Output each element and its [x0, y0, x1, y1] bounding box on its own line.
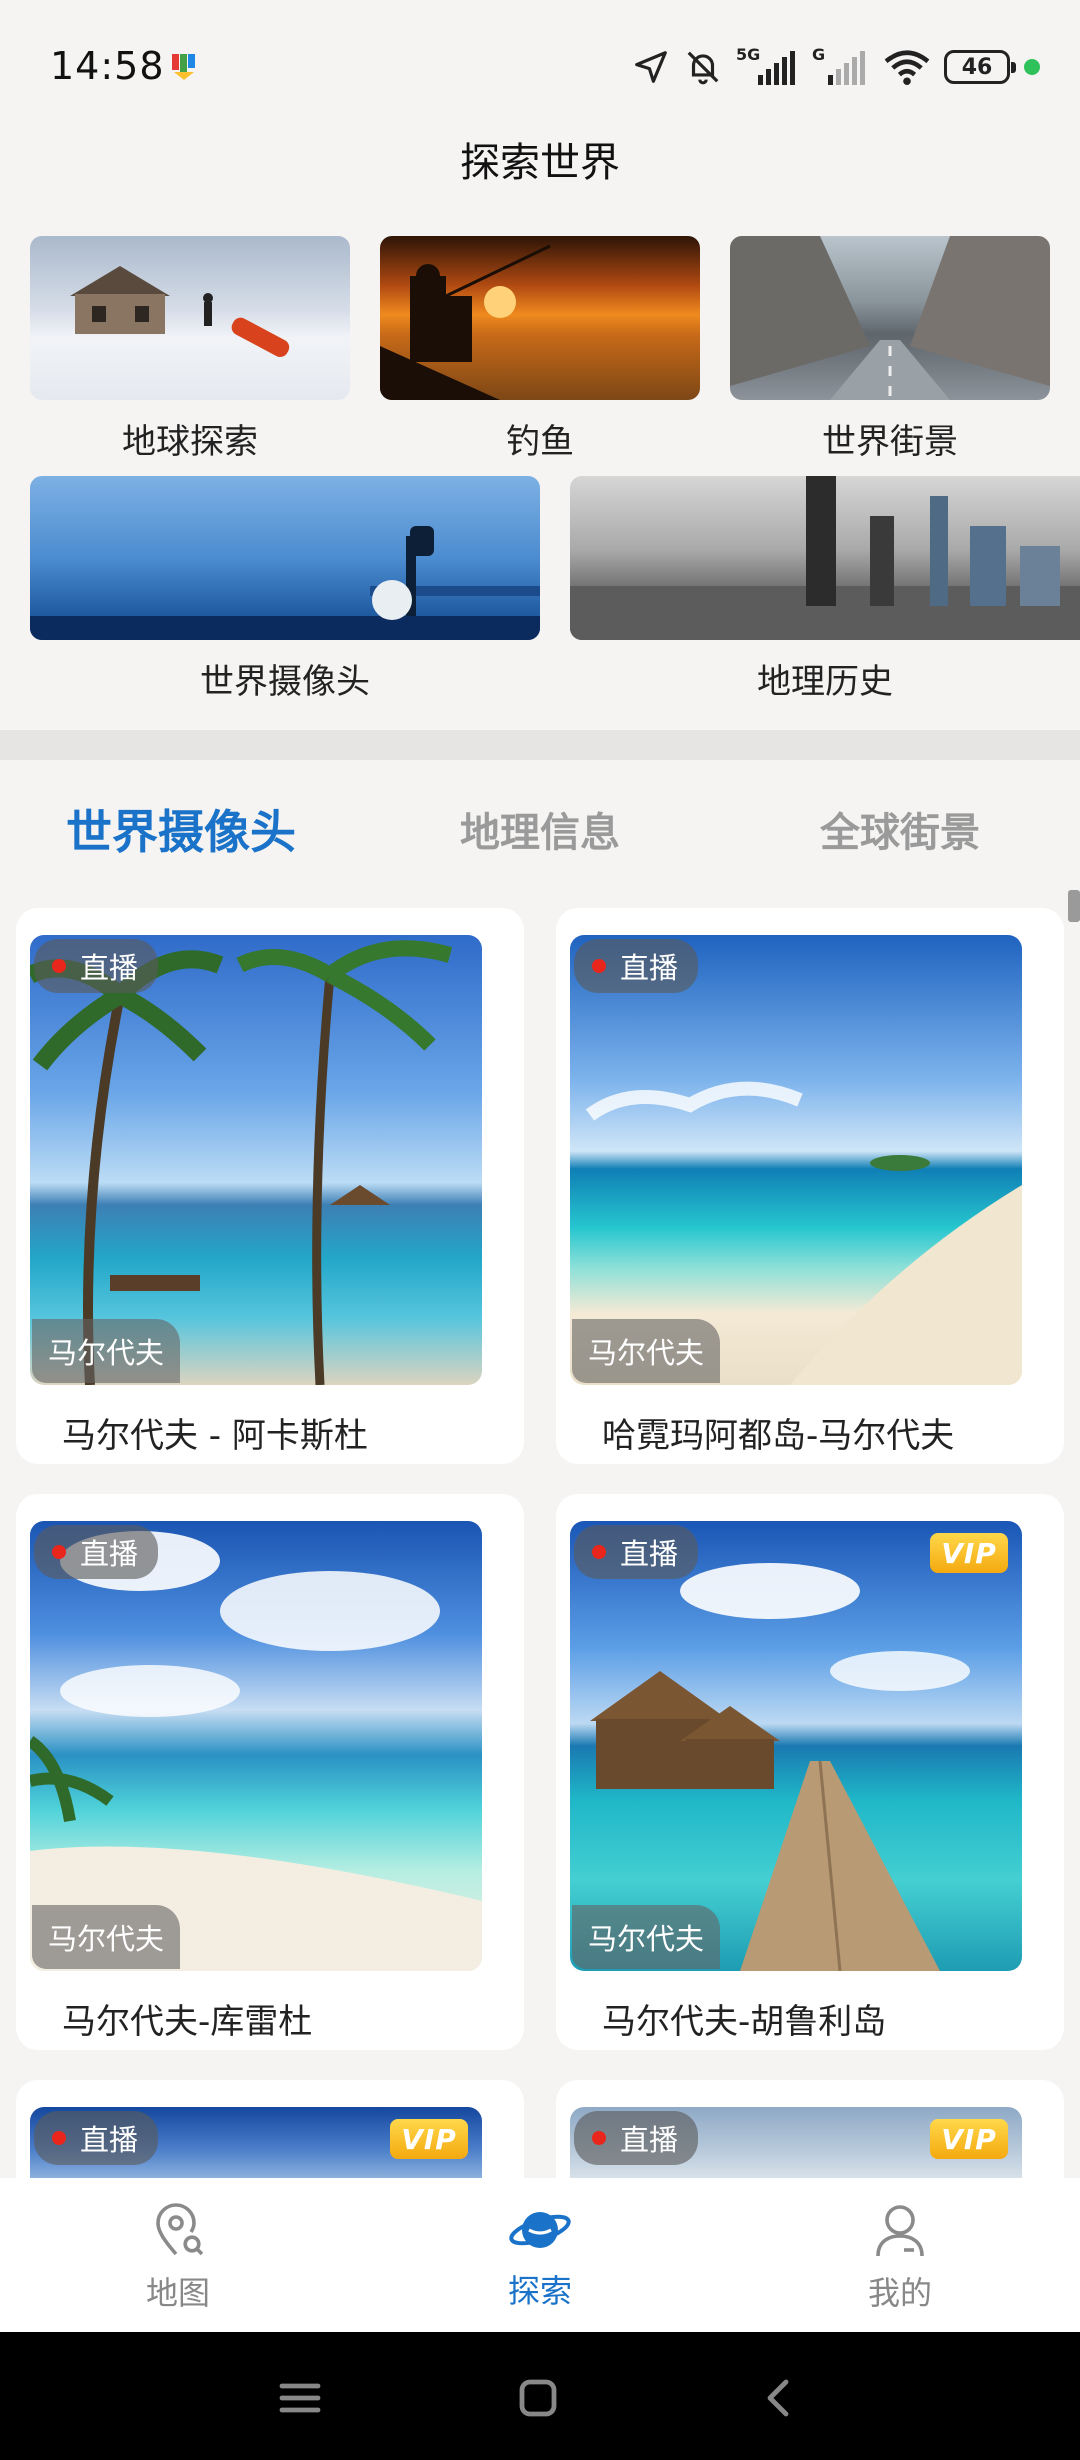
live-label: 直播: [80, 1537, 139, 1571]
live-dot-icon: [52, 959, 66, 973]
status-bar: 14:58 5G G 46: [0, 0, 1080, 130]
category-street-view[interactable]: 世界街景: [730, 236, 1050, 463]
nav-label: 地图: [145, 2274, 210, 2312]
bottom-navigation: 地图 探索 我的: [0, 2178, 1080, 2332]
bell-off-icon: [687, 51, 719, 85]
camera-card[interactable]: 直播 马尔代夫 哈霓玛阿都岛-马尔代夫: [556, 908, 1064, 1464]
tab-global-street[interactable]: 全球街景: [820, 800, 980, 858]
live-label: 直播: [80, 951, 139, 985]
camera-thumbnail: 直播 马尔代夫: [30, 935, 482, 1385]
location-arrow-icon: [635, 51, 667, 83]
location-badge: 马尔代夫: [572, 1319, 721, 1383]
section-divider: [0, 730, 1080, 760]
live-dot-icon: [592, 959, 606, 973]
live-label: 直播: [80, 2123, 139, 2157]
category-label: 地球探索: [122, 422, 258, 462]
photo-city-street: [730, 236, 1050, 400]
live-badge: 直播: [574, 939, 699, 993]
app-notification-icon: [172, 54, 195, 80]
status-time: 14:58: [50, 44, 165, 88]
live-dot-icon: [52, 1545, 66, 1559]
nav-label: 探索: [507, 2272, 572, 2310]
location-badge: 马尔代夫: [32, 1319, 181, 1383]
nav-profile[interactable]: 我的: [840, 2202, 960, 2314]
category-fishing[interactable]: 钓鱼: [380, 236, 700, 463]
back-icon[interactable]: [758, 2376, 802, 2420]
category-label: 世界摄像头: [200, 662, 370, 702]
user-icon: [876, 2205, 924, 2257]
camera-card[interactable]: 直播 马尔代夫 马尔代夫 - 阿卡斯杜: [16, 908, 524, 1464]
signal-5g-icon: 5G: [736, 45, 798, 87]
system-navigation-bar: [0, 2332, 1080, 2460]
live-badge: 直播: [574, 1525, 699, 1579]
camera-card-title: 马尔代夫 - 阿卡斯杜: [62, 1416, 368, 1456]
category-geo-history[interactable]: 地理历史: [570, 476, 1080, 703]
location-badge: 马尔代夫: [572, 1905, 721, 1969]
photo-historic-skyline: [570, 476, 1080, 640]
camera-card[interactable]: 直播 马尔代夫 马尔代夫-库雷杜: [16, 1494, 524, 2050]
wifi-icon: [884, 50, 930, 86]
camera-thumbnail: 直播 马尔代夫: [570, 935, 1022, 1385]
vip-badge: VIP: [930, 2119, 1008, 2159]
privacy-indicator-dot: [1024, 59, 1040, 75]
planet-icon: [509, 2212, 571, 2248]
live-dot-icon: [592, 1545, 606, 1559]
live-badge: 直播: [574, 2111, 699, 2165]
page-title: 探索世界: [460, 140, 620, 186]
camera-card[interactable]: 直播 VIP: [16, 2080, 524, 2178]
battery-level: 46: [961, 54, 993, 80]
category-label: 钓鱼: [506, 422, 574, 462]
live-dot-icon: [592, 2131, 606, 2145]
camera-card-title: 马尔代夫-胡鲁利岛: [602, 2002, 887, 2042]
live-label: 直播: [620, 951, 679, 985]
camera-thumbnail: 直播 VIP 马尔代夫: [570, 1521, 1022, 1971]
tab-world-camera[interactable]: 世界摄像头: [66, 796, 296, 862]
camera-card-title: 哈霓玛阿都岛-马尔代夫: [602, 1416, 955, 1456]
category-label: 地理历史: [757, 662, 893, 702]
photo-camera-city: [30, 476, 540, 640]
live-label: 直播: [620, 1537, 679, 1571]
live-dot-icon: [52, 2131, 66, 2145]
vip-badge: VIP: [390, 2119, 468, 2159]
camera-thumbnail: 直播 VIP: [30, 2107, 482, 2178]
location-badge: 马尔代夫: [32, 1905, 181, 1969]
camera-thumbnail: 直播 VIP: [570, 2107, 1022, 2178]
camera-card[interactable]: 直播 VIP: [556, 2080, 1064, 2178]
camera-card[interactable]: 直播 VIP 马尔代夫 马尔代夫-胡鲁利岛: [556, 1494, 1064, 2050]
live-badge: 直播: [34, 1525, 159, 1579]
photo-snow-cabin: [30, 236, 350, 400]
photo-sunset-fishing: [380, 236, 700, 400]
scrollbar-thumb[interactable]: [1068, 890, 1080, 922]
nav-label: 我的: [867, 2274, 932, 2312]
signal-g-icon: G: [812, 45, 870, 87]
content-tabs: 世界摄像头 地理信息 全球街景: [0, 760, 1080, 900]
live-label: 直播: [620, 2123, 679, 2157]
category-world-camera[interactable]: 世界摄像头: [30, 476, 540, 703]
menu-icon[interactable]: [278, 2376, 322, 2420]
camera-card-title: 马尔代夫-库雷杜: [62, 2002, 313, 2042]
home-icon[interactable]: [516, 2376, 560, 2420]
live-badge: 直播: [34, 939, 159, 993]
tab-geo-info[interactable]: 地理信息: [460, 800, 620, 858]
nav-explore[interactable]: 探索: [480, 2202, 600, 2312]
vip-badge: VIP: [930, 1533, 1008, 1573]
category-earth-explore[interactable]: 地球探索: [30, 236, 350, 463]
battery-icon: 46: [944, 50, 1016, 84]
live-badge: 直播: [34, 2111, 159, 2165]
map-pin-icon: [156, 2203, 204, 2256]
camera-thumbnail: 直播 马尔代夫: [30, 1521, 482, 1971]
nav-map[interactable]: 地图: [118, 2202, 238, 2314]
category-label: 世界街景: [822, 422, 958, 462]
